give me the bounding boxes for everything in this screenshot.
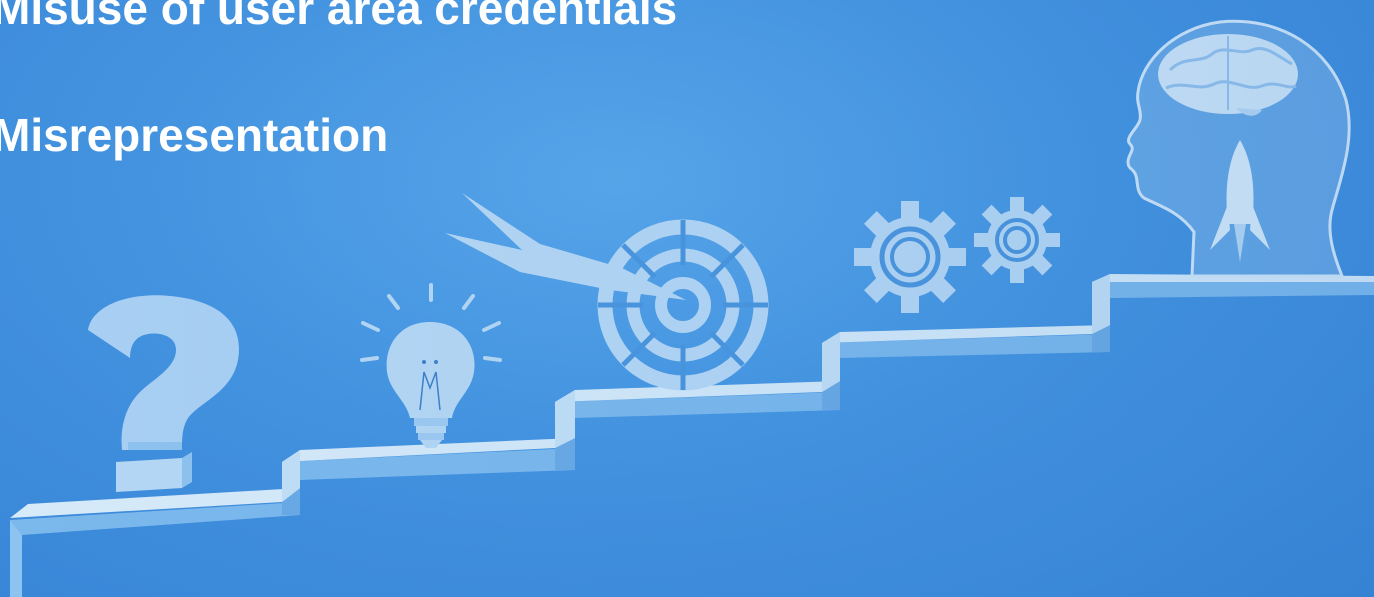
wall-shading bbox=[0, 0, 1374, 597]
staircase-illustration bbox=[0, 0, 1374, 597]
slide-text-line-2: Misrepresentation bbox=[0, 109, 389, 161]
slide-canvas: Misuse of user area credentials Misrepre… bbox=[0, 0, 1374, 597]
slide-text-line-1: Misuse of user area credentials bbox=[0, 0, 678, 34]
